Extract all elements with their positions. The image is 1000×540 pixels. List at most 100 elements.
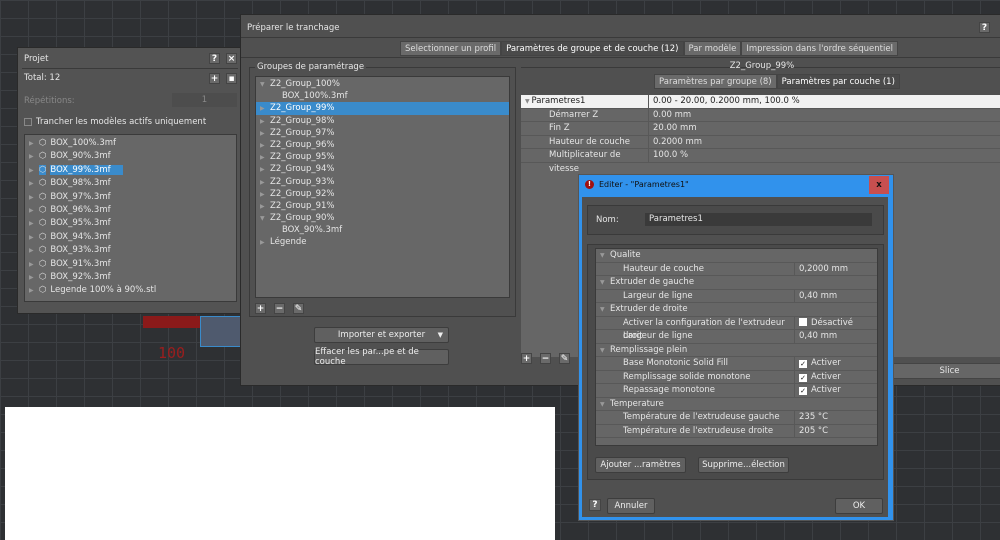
groups-tree[interactable]: ▼ Z2_Group_100% BOX_100%.3mf ▶ Z2_Group_99% ▶… [255, 76, 510, 298]
section-header[interactable]: ▼ Qualite [596, 249, 877, 263]
model-list-item[interactable]: ▶ ⬡ BOX_96%.3mf [25, 204, 236, 217]
layer-param-row[interactable]: Fin Z 20.00 mm [521, 122, 1000, 136]
group-tree-item[interactable]: ▼ Z2_Group_100% [256, 78, 509, 90]
add-icon[interactable]: + [209, 73, 220, 84]
edit-params-table[interactable]: ▼ Qualite Hauteur de couche 0,2000 mm ▼ Extru… [595, 248, 878, 446]
model-list-item[interactable]: ▶ ⬡ BOX_94%.3mf [25, 231, 236, 244]
remove-icon[interactable]: − [540, 353, 551, 364]
model-list-item[interactable]: ▶ ⬡ BOX_90%.3mf [25, 150, 236, 163]
expand-icon[interactable]: ▶ [29, 284, 39, 297]
cancel-button[interactable]: Annuler [607, 498, 655, 514]
model-list-item[interactable]: ▶ ⬡ BOX_92%.3mf [25, 271, 236, 284]
group-tree-item[interactable]: ▶ Z2_Group_94% [256, 163, 509, 175]
add-icon[interactable]: + [255, 303, 266, 314]
group-tree-item[interactable]: ▼ Z2_Group_90% [256, 212, 509, 224]
remove-selection-button[interactable]: Supprime...élection [698, 457, 789, 473]
layer-param-row[interactable]: Multiplicateur de vitesse 100.0 % [521, 149, 1000, 174]
checkbox[interactable]: ✓ [799, 373, 807, 382]
subtab-1[interactable]: Paramètres par couche (1) [776, 74, 900, 89]
expand-icon[interactable]: ▶ [29, 137, 39, 150]
edit-param-row[interactable]: Température de l'extrudeuse gauche 235 °C [596, 411, 877, 425]
param-set-row[interactable]: ▼ Parametres1 0.00 - 20.00, 0.2000 mm, 10… [521, 95, 1000, 109]
edit-param-row[interactable]: Activer la configuration de l'extrudeur … [596, 316, 877, 341]
collapse-icon[interactable]: ▼ [600, 344, 610, 357]
subtab-0[interactable]: Paramètres par groupe (8) [654, 74, 777, 89]
add-icon[interactable]: + [521, 353, 532, 364]
tab-2[interactable]: Par modèle [683, 41, 742, 56]
edit-icon[interactable]: ✎ [559, 353, 570, 364]
group-tree-item[interactable]: ▶ Z2_Group_95% [256, 151, 509, 163]
group-tree-item[interactable]: ▶ Z2_Group_98% [256, 115, 509, 127]
trash-icon[interactable]: ▪ [226, 73, 237, 84]
ok-button[interactable]: OK [835, 498, 883, 514]
add-params-button[interactable]: Ajouter ...ramètres [595, 457, 686, 473]
edit-param-row[interactable]: Température de l'extrudeuse droite 205 °C [596, 424, 877, 438]
group-tree-item[interactable]: ▶ Z2_Group_99% [256, 102, 509, 115]
edit-param-row[interactable]: Base Monotonic Solid Fill ✓ Activer [596, 357, 877, 371]
group-tree-item[interactable]: BOX_90%.3mf [256, 224, 509, 236]
close-button[interactable]: x [869, 176, 889, 194]
group-tree-item[interactable]: ▶ Légende [256, 236, 509, 248]
expand-icon[interactable]: ▶ [260, 237, 270, 249]
edit-icon[interactable]: ✎ [293, 303, 304, 314]
help-icon[interactable]: ? [979, 22, 990, 33]
section-header[interactable]: ▼ Remplissage plein [596, 344, 877, 357]
expand-icon[interactable]: ▶ [29, 244, 39, 257]
repetitions-spinner[interactable]: 1 [172, 93, 237, 107]
tab-3[interactable]: Impression dans l'ordre séquentiel [741, 41, 898, 56]
expand-icon[interactable]: ▶ [29, 217, 39, 230]
import-export-dropdown[interactable]: Importer et exporter ▼ [314, 327, 449, 343]
section-header[interactable]: ▼ Extruder de gauche [596, 276, 877, 290]
cube-icon: ⬡ [39, 164, 47, 175]
checkbox[interactable]: ✓ [799, 360, 807, 368]
model-list-item[interactable]: ▶ ⬡ BOX_98%.3mf [25, 177, 236, 190]
model-list[interactable]: ▶ ⬡ BOX_100%.3mf ▶ ⬡ BOX_90%.3mf ▶ ⬡ BOX_99%.3mf… [24, 134, 237, 302]
tab-1[interactable]: Paramètres de groupe et de couche (12) [501, 41, 684, 56]
name-input[interactable]: Parametres1 [645, 213, 872, 226]
expand-icon[interactable]: ▶ [29, 164, 39, 177]
model-list-item[interactable]: ▶ ⬡ BOX_91%.3mf [25, 258, 236, 271]
model-list-item[interactable]: ▶ ⬡ BOX_93%.3mf [25, 244, 236, 257]
edit-param-row[interactable]: Hauteur de couche 0,2000 mm [596, 262, 877, 276]
group-tree-item[interactable]: ▶ Z2_Group_97% [256, 127, 509, 139]
group-tree-item[interactable]: ▶ Z2_Group_96% [256, 139, 509, 151]
help-icon[interactable]: ? [589, 499, 601, 511]
model-list-item[interactable]: ▶ ⬡ BOX_100%.3mf [25, 137, 236, 150]
layer-param-row[interactable]: Hauteur de couche 0.2000 mm [521, 135, 1000, 149]
expand-icon[interactable]: ▶ [29, 191, 39, 204]
layer-param-row[interactable]: Démarrer Z 0.00 mm [521, 108, 1000, 122]
model-list-item[interactable]: ▶ ⬡ BOX_95%.3mf [25, 217, 236, 230]
group-tree-item[interactable]: ▶ Z2_Group_93% [256, 176, 509, 188]
section-header[interactable]: ▼ Extruder de droite [596, 303, 877, 317]
tab-0[interactable]: Selectionner un profil [400, 41, 502, 56]
expand-icon[interactable]: ▶ [29, 177, 39, 190]
model-list-item[interactable]: ▶ ⬡ Legende 100% à 90%.stl [25, 284, 236, 297]
remove-icon[interactable]: − [274, 303, 285, 314]
edit-param-row[interactable]: Largeur de ligne 0,40 mm [596, 289, 877, 303]
group-tree-item[interactable]: ▶ Z2_Group_91% [256, 200, 509, 212]
expand-icon[interactable]: ▶ [29, 150, 39, 163]
edit-param-row[interactable]: Repassage monotone ✓ Activer [596, 384, 877, 398]
group-tree-item[interactable]: ▶ Z2_Group_92% [256, 188, 509, 200]
model-list-item[interactable]: ▶ ⬡ BOX_99%.3mf [25, 164, 236, 177]
checkbox[interactable]: ✓ [799, 387, 807, 395]
collapse-icon[interactable]: ▼ [600, 249, 610, 262]
collapse-icon[interactable]: ▼ [600, 303, 610, 316]
clear-params-button[interactable]: Effacer les par...pe et de couche [314, 347, 449, 367]
expand-icon[interactable]: ▶ [29, 271, 39, 284]
model-list-item[interactable]: ▶ ⬡ BOX_97%.3mf [25, 191, 236, 204]
collapse-icon[interactable]: ▼ [600, 276, 610, 289]
expand-icon[interactable]: ▶ [29, 231, 39, 244]
section-header[interactable]: ▼ Temperature [596, 398, 877, 411]
active-only-checkbox[interactable]: Trancher les modèles actifs uniquement [24, 117, 206, 127]
expand-icon[interactable]: ▶ [29, 258, 39, 271]
help-icon[interactable]: ? [209, 53, 220, 64]
checkbox[interactable] [799, 317, 807, 326]
edit-param-row[interactable]: Largeur de ligne 0,40 mm [596, 330, 877, 344]
cube-icon: ⬡ [39, 245, 47, 256]
close-icon[interactable]: × [226, 53, 237, 64]
edit-param-row[interactable]: Remplissage solide monotone ✓ Activer [596, 370, 877, 384]
group-tree-item[interactable]: BOX_100%.3mf [256, 90, 509, 102]
expand-icon[interactable]: ▶ [29, 204, 39, 217]
collapse-icon[interactable]: ▼ [600, 398, 610, 411]
